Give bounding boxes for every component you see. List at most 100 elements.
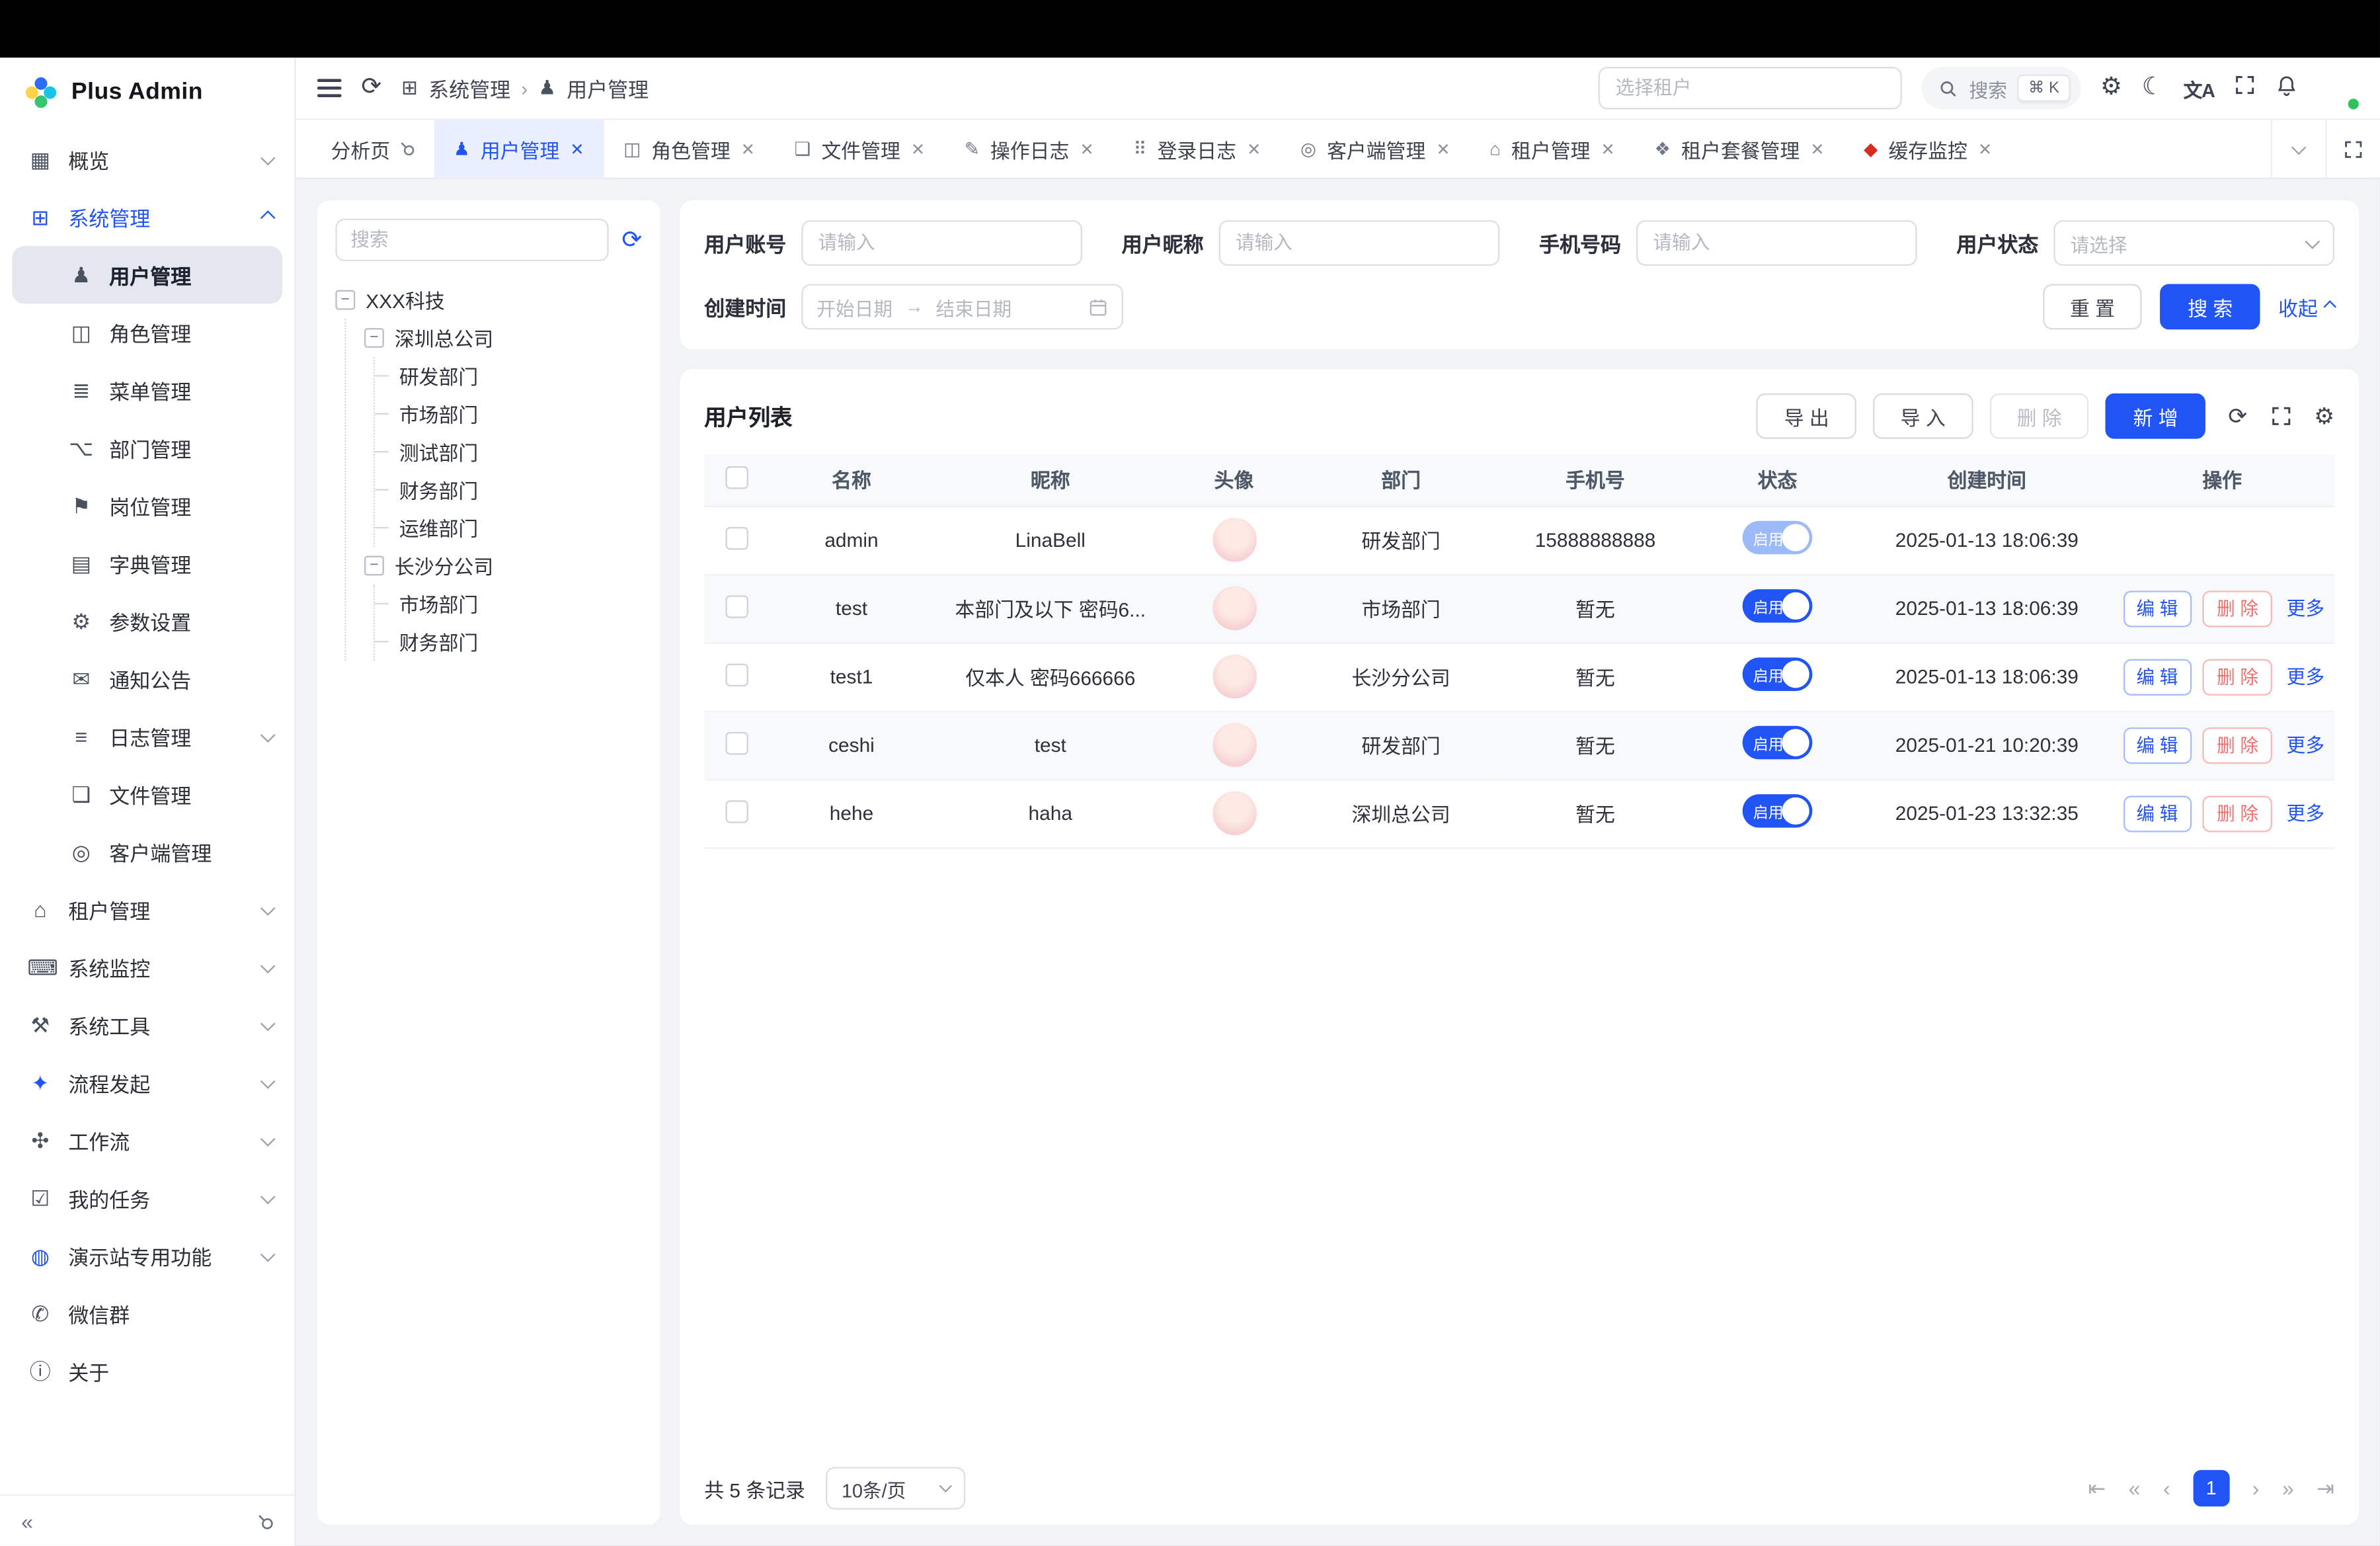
tab-analysis[interactable]: 分析页 ⚲ — [311, 120, 434, 177]
import-button[interactable]: 导 入 — [1873, 393, 1973, 439]
tree-node-test-dept[interactable]: 测试部门 — [393, 433, 643, 471]
tab-fullscreen-button[interactable] — [2325, 120, 2380, 177]
breadcrumb-user-mgmt[interactable]: 用户管理 — [567, 73, 649, 103]
tree-node-ops-dept[interactable]: 运维部门 — [393, 509, 643, 546]
tree-node-market-dept[interactable]: 市场部门 — [393, 395, 643, 432]
refresh-icon[interactable]: ⟳ — [361, 76, 381, 101]
row-checkbox[interactable] — [725, 799, 747, 822]
page-size-select[interactable]: 10条/页 — [826, 1467, 966, 1510]
sidebar-item-tenant-mgmt[interactable]: ⌂ 租户管理 — [0, 881, 294, 938]
edit-button[interactable]: 编 辑 — [2123, 659, 2192, 695]
phone-input[interactable] — [1636, 220, 1917, 266]
more-button[interactable]: 更多 — [2287, 667, 2324, 688]
sidebar-item-menu-mgmt[interactable]: ≣ 菜单管理 — [0, 362, 294, 419]
gear-icon[interactable]: ⚙ — [2100, 76, 2122, 101]
sidebar-item-notice[interactable]: ✉ 通知公告 — [0, 650, 294, 708]
close-icon[interactable]: ✕ — [1436, 139, 1450, 159]
tree-node-root[interactable]: − XXX科技 — [335, 281, 642, 319]
tree-search-input[interactable] — [335, 219, 608, 261]
tenant-select-input[interactable] — [1599, 67, 1902, 109]
sidebar-pin-icon[interactable]: ⚲ — [253, 1507, 280, 1534]
account-input[interactable] — [801, 220, 1082, 266]
row-checkbox[interactable] — [725, 526, 747, 549]
close-icon[interactable]: ✕ — [1247, 139, 1261, 159]
close-icon[interactable]: ✕ — [1978, 139, 1992, 159]
search-button[interactable]: 搜 索 — [2161, 284, 2260, 329]
more-button[interactable]: 更多 — [2287, 803, 2324, 825]
sidebar-item-dict-mgmt[interactable]: ▤ 字典管理 — [0, 534, 294, 592]
tab-tenant-plan-mgmt[interactable]: ❖ 租户套餐管理 ✕ — [1635, 120, 1844, 177]
next-group-button[interactable]: » — [2282, 1476, 2294, 1500]
collapse-box-icon[interactable]: − — [364, 556, 384, 576]
tree-node-changsha-branch[interactable]: − 长沙分公司 — [364, 547, 642, 585]
table-refresh-icon[interactable]: ⟳ — [2228, 403, 2247, 430]
tree-refresh-icon[interactable]: ⟳ — [621, 225, 642, 255]
dark-mode-icon[interactable]: ☾ — [2142, 76, 2164, 101]
sidebar-item-system-mgmt[interactable]: ⊞ 系统管理 — [0, 188, 294, 246]
sidebar-item-wechat-group[interactable]: ✆ 微信群 — [0, 1285, 294, 1342]
bell-icon[interactable] — [2276, 73, 2298, 102]
close-icon[interactable]: ✕ — [1810, 139, 1824, 159]
close-icon[interactable]: ✕ — [570, 139, 584, 159]
tree-node-shenzhen-hq[interactable]: − 深圳总公司 — [364, 319, 642, 356]
sidebar-item-file-mgmt[interactable]: ❏ 文件管理 — [0, 765, 294, 823]
delete-row-button[interactable]: 删 除 — [2203, 727, 2272, 763]
status-select[interactable]: 请选择 — [2053, 220, 2334, 266]
tab-user-mgmt[interactable]: ♟ 用户管理 ✕ — [434, 120, 604, 177]
sidebar-item-user-mgmt[interactable]: ♟ 用户管理 — [12, 246, 282, 304]
sidebar-item-overview[interactable]: ▦ 概览 — [0, 131, 294, 188]
hamburger-menu-icon[interactable] — [317, 79, 342, 97]
tab-dropdown-button[interactable] — [2271, 120, 2326, 177]
edit-button[interactable]: 编 辑 — [2123, 590, 2192, 626]
pin-icon[interactable]: ⚲ — [395, 137, 420, 161]
row-checkbox[interactable] — [725, 731, 747, 754]
row-checkbox[interactable] — [725, 594, 747, 617]
status-toggle[interactable]: 启用 — [1743, 589, 1813, 623]
table-settings-icon[interactable]: ⚙ — [2314, 403, 2334, 430]
reset-button[interactable]: 重 置 — [2043, 284, 2143, 329]
sidebar-item-about[interactable]: ⓘ 关于 — [0, 1342, 294, 1400]
tab-role-mgmt[interactable]: ◫ 角色管理 ✕ — [604, 120, 774, 177]
select-all-checkbox[interactable] — [725, 466, 747, 488]
delete-row-button[interactable]: 删 除 — [2203, 659, 2272, 695]
close-icon[interactable]: ✕ — [741, 139, 755, 159]
sidebar-collapse-button[interactable]: « — [21, 1509, 33, 1533]
prev-page-button[interactable]: ‹ — [2163, 1476, 2170, 1500]
collapse-box-icon[interactable]: − — [364, 328, 384, 348]
last-page-button[interactable]: ⇥ — [2317, 1475, 2334, 1501]
tab-cache-monitor[interactable]: ◆ 缓存监控 ✕ — [1844, 120, 2012, 177]
sidebar-item-log-mgmt[interactable]: ≡ 日志管理 — [0, 708, 294, 765]
tree-node-finance-dept[interactable]: 财务部门 — [393, 471, 643, 509]
status-toggle[interactable]: 启用 — [1743, 726, 1813, 760]
close-icon[interactable]: ✕ — [1080, 139, 1093, 159]
sidebar-item-process-start[interactable]: ✦ 流程发起 — [0, 1054, 294, 1112]
tree-node-finance-dept-2[interactable]: 财务部门 — [393, 623, 643, 661]
current-page-button[interactable]: 1 — [2193, 1470, 2229, 1506]
sidebar-item-system-monitor[interactable]: ⌨ 系统监控 — [0, 938, 294, 996]
tab-client-mgmt[interactable]: ◎ 客户端管理 ✕ — [1281, 120, 1470, 177]
collapse-box-icon[interactable]: − — [335, 290, 355, 310]
language-icon[interactable]: 文A — [2184, 73, 2215, 102]
tab-login-log[interactable]: ⠿ 登录日志 ✕ — [1113, 120, 1281, 177]
status-toggle[interactable]: 启用 — [1743, 657, 1813, 691]
more-button[interactable]: 更多 — [2287, 735, 2324, 756]
first-page-button[interactable]: ⇤ — [2088, 1475, 2106, 1501]
tab-file-mgmt[interactable]: ❏ 文件管理 ✕ — [775, 120, 945, 177]
global-search[interactable]: 搜索 ⌘ K — [1922, 67, 2081, 109]
sidebar-item-role-mgmt[interactable]: ◫ 角色管理 — [0, 304, 294, 361]
tree-node-market-dept-2[interactable]: 市场部门 — [393, 585, 643, 622]
edit-button[interactable]: 编 辑 — [2123, 795, 2192, 831]
breadcrumb-system[interactable]: 系统管理 — [428, 73, 510, 103]
prev-group-button[interactable]: « — [2129, 1476, 2141, 1500]
sidebar-item-dept-mgmt[interactable]: ⌥ 部门管理 — [0, 419, 294, 477]
sidebar-item-system-tools[interactable]: ⚒ 系统工具 — [0, 997, 294, 1054]
edit-button[interactable]: 编 辑 — [2123, 727, 2192, 763]
add-button[interactable]: 新 增 — [2106, 393, 2205, 439]
collapse-filters-link[interactable]: 收起 — [2278, 292, 2334, 321]
sidebar-item-workflow[interactable]: ✣ 工作流 — [0, 1112, 294, 1169]
export-button[interactable]: 导 出 — [1757, 393, 1856, 439]
user-avatar[interactable] — [2318, 67, 2359, 108]
status-toggle[interactable]: 启用 — [1743, 794, 1813, 828]
date-range-picker[interactable]: 开始日期 → 结束日期 — [801, 284, 1123, 329]
row-checkbox[interactable] — [725, 663, 747, 685]
